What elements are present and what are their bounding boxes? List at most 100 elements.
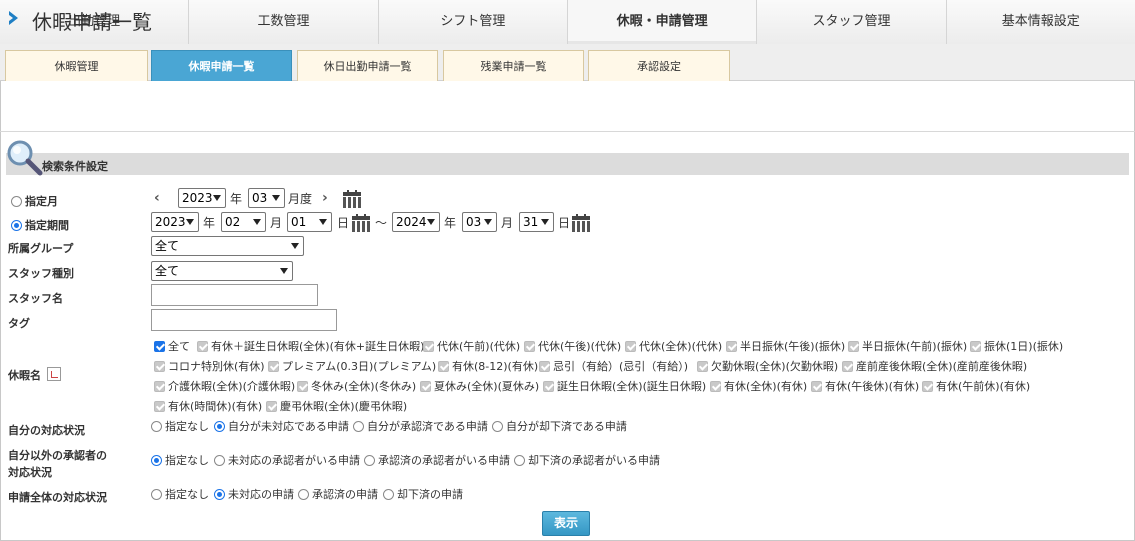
leave-option[interactable]: 冬休み(全休)(冬休み) <box>297 378 416 394</box>
period-to-month-select[interactable]: 03 <box>462 212 497 232</box>
sub-tab-leave-requests[interactable]: 休暇申請一覧 <box>151 50 292 81</box>
radio[interactable] <box>151 488 162 500</box>
leave-option[interactable]: 代休(全休)(代休) <box>625 338 722 354</box>
month-filter-option[interactable]: 指定月 <box>11 193 58 209</box>
overall-status-option[interactable]: 承認済の申請 <box>298 486 378 502</box>
checkbox[interactable] <box>268 360 279 372</box>
checkbox[interactable] <box>625 340 636 352</box>
period-from-year-select[interactable]: 2023 <box>151 212 199 232</box>
sub-tab-overtime-requests[interactable]: 残業申請一覧 <box>443 50 584 81</box>
checkbox[interactable] <box>197 340 208 352</box>
checkbox[interactable] <box>842 360 853 372</box>
main-tab-shift[interactable]: シフト管理 <box>378 0 568 44</box>
radio[interactable] <box>514 454 525 466</box>
period-from-month-select[interactable]: 02 <box>221 212 266 232</box>
leave-option[interactable]: 欠勤休暇(全休)(欠勤休暇) <box>697 358 838 374</box>
leave-option[interactable]: 介護休暇(全休)(介護休暇) <box>154 378 295 394</box>
leave-option[interactable]: 忌引（有給）(忌引（有給）) <box>539 358 688 374</box>
leave-option[interactable]: 代休(午後)(代休) <box>524 338 621 354</box>
leave-option[interactable]: 半日振休(午前)(振休) <box>848 338 967 354</box>
leave-option[interactable]: 半日振休(午後)(振休) <box>726 338 845 354</box>
leave-option[interactable]: 有休(全休)(有休) <box>710 378 807 394</box>
own-status-option[interactable]: 指定なし <box>151 418 209 434</box>
prev-month-arrow[interactable]: ‹ <box>154 190 160 206</box>
checkbox[interactable] <box>154 360 165 372</box>
main-tab-staff[interactable]: スタッフ管理 <box>757 0 947 44</box>
checkbox[interactable] <box>697 360 708 372</box>
leave-option[interactable]: 有休(時間休)(有休) <box>154 398 262 414</box>
checkbox[interactable] <box>811 380 822 392</box>
own-status-option[interactable]: 自分が承認済である申請 <box>353 418 488 434</box>
staff-name-input[interactable] <box>151 284 318 306</box>
radio[interactable] <box>364 454 375 466</box>
sub-tab-holiday-work-requests[interactable]: 休日出勤申請一覧 <box>297 50 438 81</box>
calendar-icon[interactable] <box>572 214 590 232</box>
staff-type-select[interactable]: 全て <box>151 261 293 281</box>
overall-status-option[interactable]: 未対応の申請 <box>214 486 294 502</box>
leave-option[interactable]: 慶弔休暇(全休)(慶弔休暇) <box>266 398 407 414</box>
radio[interactable] <box>214 454 225 466</box>
month-month-select[interactable]: 03 <box>248 188 285 208</box>
leave-option[interactable]: 代休(午前)(代休) <box>423 338 520 354</box>
other-status-option[interactable]: 却下済の承認者がいる申請 <box>514 452 660 468</box>
month-year-select[interactable]: 2023 <box>178 188 226 208</box>
checkbox[interactable] <box>420 380 431 392</box>
overall-status-option[interactable]: 却下済の申請 <box>383 486 463 502</box>
checkbox[interactable] <box>524 340 535 352</box>
checkbox[interactable] <box>726 340 737 352</box>
tag-input[interactable] <box>151 309 337 331</box>
radio[interactable] <box>214 420 225 432</box>
leave-option[interactable]: コロナ特別休(有休) <box>154 358 265 374</box>
period-filter-radio[interactable] <box>11 219 22 231</box>
checkbox[interactable] <box>848 340 859 352</box>
period-to-year-select[interactable]: 2024 <box>392 212 440 232</box>
checkbox[interactable] <box>154 380 165 392</box>
leave-option[interactable]: 有休＋誕生日休暇(全休)(有休+誕生日休暇) <box>197 338 424 354</box>
other-status-option[interactable]: 未対応の承認者がいる申請 <box>214 452 360 468</box>
main-tab-leave[interactable]: 休暇・申請管理 <box>567 0 758 44</box>
checkbox[interactable] <box>710 380 721 392</box>
group-select[interactable]: 全て <box>151 236 304 256</box>
calendar-icon[interactable] <box>343 190 361 208</box>
main-tab-basic-settings[interactable]: 基本情報設定 <box>946 0 1135 44</box>
radio[interactable] <box>151 454 162 466</box>
period-to-day-select[interactable]: 31 <box>519 212 554 232</box>
checkbox[interactable] <box>539 360 550 372</box>
radio[interactable] <box>151 420 162 432</box>
overall-status-option[interactable]: 指定なし <box>151 486 209 502</box>
other-status-option[interactable]: 指定なし <box>151 452 209 468</box>
own-status-option[interactable]: 自分が却下済である申請 <box>492 418 627 434</box>
calendar-icon[interactable] <box>352 214 370 232</box>
radio[interactable] <box>214 488 225 500</box>
leave-option[interactable]: 夏休み(全休)(夏休み) <box>420 378 539 394</box>
leave-option[interactable]: 産前産後休暇(全休)(産前産後休暇) <box>842 358 1027 374</box>
other-status-option[interactable]: 承認済の承認者がいる申請 <box>364 452 510 468</box>
leave-option[interactable]: 有休(午前休)(有休) <box>922 378 1030 394</box>
radio[interactable] <box>353 420 364 432</box>
checkbox[interactable] <box>922 380 933 392</box>
checkbox[interactable] <box>438 360 449 372</box>
leave-option[interactable]: プレミアム(0.3日)(プレミアム) <box>268 358 436 374</box>
radio[interactable] <box>298 488 309 500</box>
leave-option[interactable]: 有休(8-12)(有休) <box>438 358 538 374</box>
main-tab-manhours[interactable]: 工数管理 <box>189 0 379 44</box>
leave-option[interactable]: 振休(1日)(振休) <box>970 338 1063 354</box>
next-month-arrow[interactable]: › <box>322 190 328 206</box>
checkbox[interactable] <box>266 400 277 412</box>
checkbox[interactable] <box>297 380 308 392</box>
checkbox[interactable] <box>423 340 434 352</box>
radio[interactable] <box>383 488 394 500</box>
leave-option[interactable]: 誕生日休暇(全休)(誕生日休暇) <box>543 378 706 394</box>
checkbox[interactable] <box>154 340 165 352</box>
leave-option[interactable]: 全て <box>154 338 190 354</box>
own-status-option[interactable]: 自分が未対応である申請 <box>214 418 349 434</box>
sub-tab-approval-settings[interactable]: 承認設定 <box>588 50 730 81</box>
sub-tab-leave-management[interactable]: 休暇管理 <box>5 50 148 81</box>
checkbox[interactable] <box>970 340 981 352</box>
period-from-day-select[interactable]: 01 <box>287 212 332 232</box>
checkbox[interactable] <box>154 400 165 412</box>
checkbox[interactable] <box>543 380 554 392</box>
leave-toggle-icon[interactable] <box>47 367 61 381</box>
period-filter-option[interactable]: 指定期間 <box>11 217 69 233</box>
leave-option[interactable]: 有休(午後休)(有休) <box>811 378 919 394</box>
